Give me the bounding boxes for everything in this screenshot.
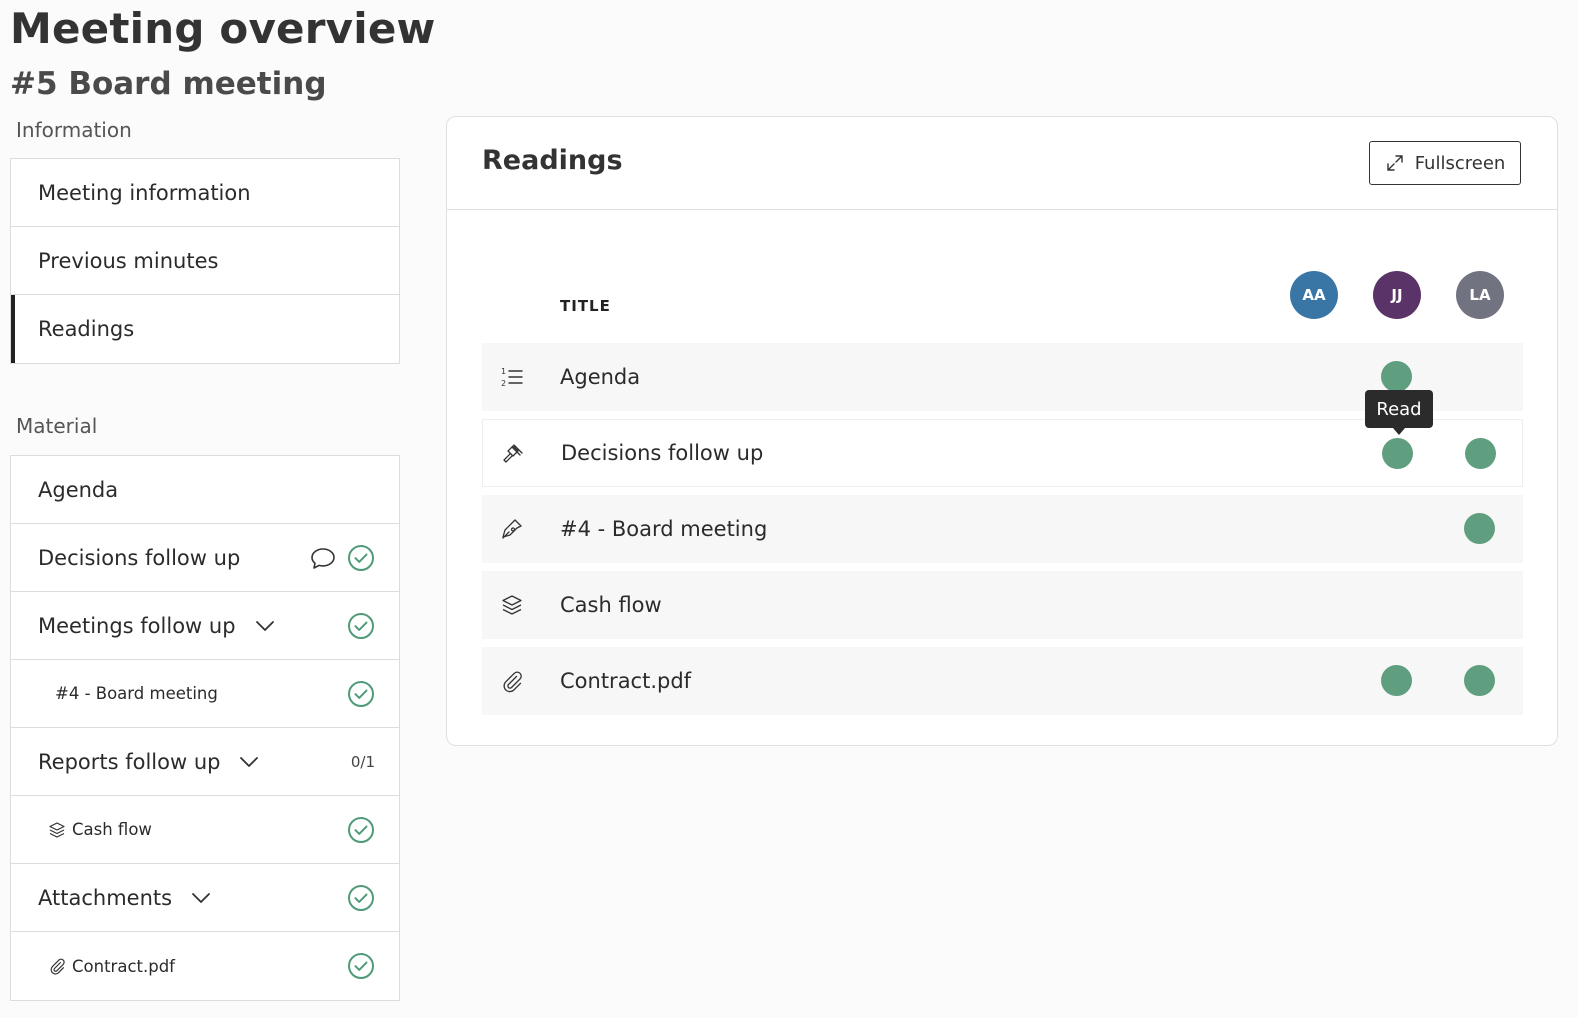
reading-title: Decisions follow up [561, 441, 764, 465]
readings-card-header: Readings Fullscreen [447, 117, 1557, 210]
read-indicator[interactable] [1381, 361, 1412, 392]
nav-item-contract-pdf[interactable]: Contract.pdf [11, 932, 399, 1000]
chevron-down-icon[interactable] [190, 887, 212, 909]
information-section-label: Information [16, 118, 132, 142]
progress-count: 0/1 [350, 752, 375, 771]
information-nav: Meeting information Previous minutes Rea… [10, 158, 400, 364]
reading-title: Cash flow [560, 593, 662, 617]
reading-row-board-meeting-4[interactable]: #4 - Board meeting [482, 495, 1523, 563]
nav-item-decisions-follow-up[interactable]: Decisions follow up [11, 524, 399, 592]
avatar[interactable]: JJ [1373, 271, 1421, 319]
nav-item-label: Meetings follow up [38, 613, 236, 638]
avatar[interactable]: LA [1456, 271, 1504, 319]
avatar[interactable]: AA [1290, 271, 1338, 319]
pen-icon [500, 517, 524, 541]
read-indicator[interactable] [1465, 438, 1496, 469]
numbered-list-icon: 12 [500, 365, 524, 389]
nav-item-reports-follow-up[interactable]: Reports follow up 0/1 [11, 728, 399, 796]
check-circle-icon [347, 884, 375, 912]
layers-icon [48, 821, 66, 839]
svg-text:1: 1 [501, 367, 506, 376]
nav-item-meeting-information[interactable]: Meeting information [11, 159, 399, 227]
readings-card: Readings Fullscreen TITLE AA JJ LA 12 Ag… [446, 116, 1558, 746]
read-indicator[interactable] [1464, 513, 1495, 544]
material-section-label: Material [16, 414, 98, 438]
svg-text:2: 2 [501, 379, 506, 388]
nav-item-label: Cash flow [72, 820, 152, 839]
page-subtitle: #5 Board meeting [10, 66, 327, 102]
nav-item-label: #4 - Board meeting [55, 684, 218, 703]
read-indicator[interactable] [1382, 438, 1413, 469]
paperclip-icon [500, 669, 524, 693]
check-circle-icon [347, 544, 375, 572]
nav-item-label: Reports follow up [38, 749, 221, 774]
nav-item-agenda[interactable]: Agenda [11, 456, 399, 524]
readings-title: Readings [482, 145, 623, 176]
comment-icon[interactable] [309, 544, 337, 572]
chevron-down-icon[interactable] [238, 751, 260, 773]
read-tooltip: Read [1365, 390, 1433, 435]
reading-row-cash-flow[interactable]: Cash flow [482, 571, 1523, 639]
reading-row-contract-pdf[interactable]: Contract.pdf [482, 647, 1523, 715]
nav-item-cash-flow[interactable]: Cash flow [11, 796, 399, 864]
nav-item-previous-minutes[interactable]: Previous minutes [11, 227, 399, 295]
nav-item-attachments[interactable]: Attachments [11, 864, 399, 932]
reading-title: #4 - Board meeting [560, 517, 768, 541]
nav-item-label: Meeting information [38, 180, 251, 205]
nav-item-meetings-follow-up[interactable]: Meetings follow up [11, 592, 399, 660]
page-title: Meeting overview [10, 4, 436, 53]
expand-icon [1385, 153, 1405, 173]
check-circle-icon [347, 816, 375, 844]
check-circle-icon [347, 680, 375, 708]
nav-item-label: Readings [38, 317, 135, 341]
material-nav: Agenda Decisions follow up Meetings foll… [10, 455, 400, 1001]
nav-item-label: Attachments [38, 885, 173, 910]
reading-title: Agenda [560, 365, 641, 389]
gavel-icon [501, 442, 525, 466]
fullscreen-button[interactable]: Fullscreen [1369, 141, 1521, 185]
layers-icon [500, 593, 524, 617]
check-circle-icon [347, 612, 375, 640]
nav-item-label: Agenda [38, 477, 119, 502]
reading-row-decisions-follow-up[interactable]: Decisions follow up [482, 419, 1523, 487]
nav-item-label: Previous minutes [38, 248, 219, 273]
column-header-title: TITLE [560, 297, 611, 315]
reading-title: Contract.pdf [560, 669, 692, 693]
nav-item-label: Decisions follow up [38, 545, 241, 570]
paperclip-icon [48, 957, 66, 975]
nav-item-readings[interactable]: Readings [11, 295, 399, 363]
check-circle-icon [347, 952, 375, 980]
read-indicator[interactable] [1381, 665, 1412, 696]
nav-item-label: Contract.pdf [72, 956, 175, 976]
chevron-down-icon[interactable] [254, 615, 276, 637]
fullscreen-label: Fullscreen [1414, 152, 1506, 174]
read-indicator[interactable] [1464, 665, 1495, 696]
nav-item-board-meeting-4[interactable]: #4 - Board meeting [11, 660, 399, 728]
